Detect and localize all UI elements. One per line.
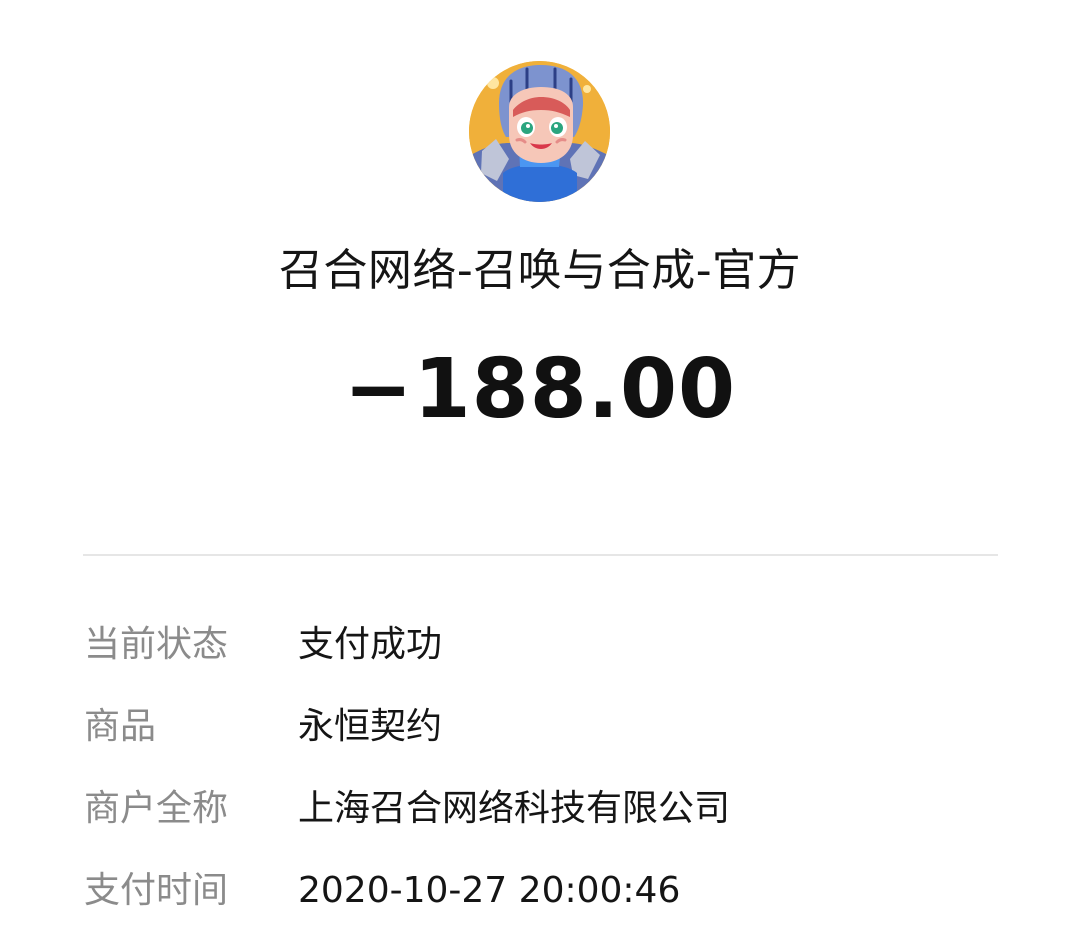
detail-row-merchant-full-name: 商户全称 上海召合网络科技有限公司: [84, 776, 998, 858]
merchant-avatar: [469, 61, 610, 202]
detail-row-status: 当前状态 支付成功: [84, 612, 998, 694]
detail-row-product: 商品 永恒契约: [84, 694, 998, 776]
detail-label-status: 当前状态: [84, 624, 229, 665]
detail-label-product: 商品: [84, 706, 157, 747]
section-divider: [83, 554, 998, 556]
transaction-amount: −188.00: [343, 342, 737, 437]
detail-value-merchant-full-name: 上海召合网络科技有限公司: [298, 788, 731, 829]
detail-row-payment-time: 支付时间 2020-10-27 20:00:46: [84, 858, 998, 940]
detail-value-payment-time: 2020-10-27 20:00:46: [298, 870, 681, 911]
game-character-avatar-icon: [469, 61, 610, 202]
detail-value-status: 支付成功: [298, 624, 443, 665]
merchant-name: 召合网络-召唤与合成-官方: [278, 245, 802, 296]
detail-label-payment-time: 支付时间: [84, 870, 229, 911]
detail-value-product: 永恒契约: [298, 706, 443, 747]
detail-label-merchant-full-name: 商户全称: [84, 788, 229, 829]
transaction-details-list: 当前状态 支付成功 商品 永恒契约 商户全称 上海召合网络科技有限公司 支付时间…: [84, 612, 998, 940]
